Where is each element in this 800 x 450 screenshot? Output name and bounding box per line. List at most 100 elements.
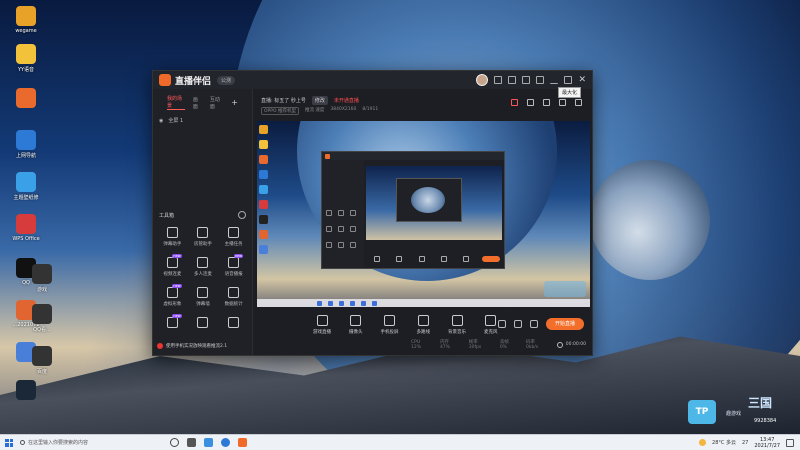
skin-icon[interactable] xyxy=(508,76,517,84)
scene-label: 全屏 1 xyxy=(168,118,184,124)
tool-icon xyxy=(228,317,240,328)
settings-icon[interactable] xyxy=(530,320,538,328)
live-companion-taskbar-icon[interactable] xyxy=(238,438,247,447)
tool-label: 多人连麦 xyxy=(193,272,212,277)
meta-b: 3840X2160 xyxy=(330,107,357,112)
maximize-tooltip: 最大化 xyxy=(558,87,582,98)
bottom-tool[interactable]: 多路线 xyxy=(417,315,430,335)
task-view-icon[interactable] xyxy=(170,438,179,447)
tool-item[interactable]: 房管助手 xyxy=(188,227,219,247)
edge-icon[interactable] xyxy=(221,438,230,447)
bottom-tool-icon xyxy=(451,315,463,326)
desktop-edge-legacy-icon[interactable]: 上网导航 xyxy=(6,130,46,159)
watermark-logo: TP xyxy=(688,400,716,424)
bottom-tool-label: 麦克风 xyxy=(484,330,498,335)
bottom-tool[interactable]: 游戏直播 xyxy=(313,315,331,335)
tool-label: 语音播报 xyxy=(224,272,243,277)
add-scene-button[interactable]: + xyxy=(231,98,238,107)
tool-icon xyxy=(197,227,209,238)
desktop-wps-icon[interactable]: WPS Office xyxy=(6,214,46,242)
edit-title-button[interactable]: 修改 xyxy=(311,96,328,105)
widgets-icon[interactable] xyxy=(187,438,196,447)
tool-item[interactable]: 多人连麦 xyxy=(188,257,219,277)
new-badge: new xyxy=(233,254,243,258)
desktop-wegame-icon[interactable]: wegame xyxy=(6,6,46,34)
tool-item[interactable]: 主播任务 xyxy=(218,227,249,247)
start-live-button[interactable]: 开始直播 xyxy=(546,318,584,330)
clock[interactable]: 13:47 2021/7/27 xyxy=(754,437,780,449)
bottom-tool[interactable]: 麦克风 xyxy=(484,315,498,335)
eye-icon[interactable]: ◉ xyxy=(159,118,163,124)
menu-icon[interactable] xyxy=(536,76,545,84)
desktop-steam-icon[interactable] xyxy=(6,380,46,402)
maximize-button[interactable] xyxy=(564,76,573,84)
tool-icon xyxy=(197,317,209,328)
notification-icon[interactable] xyxy=(786,438,794,447)
desktop-yy-icon[interactable]: YY语音 xyxy=(6,44,46,73)
close-button[interactable]: ✕ xyxy=(578,76,586,85)
snapshot-icon[interactable] xyxy=(527,99,534,106)
watermark-sub: 趣游戏 xyxy=(726,411,742,417)
stream-title: 直播: 标五了 秒上号 xyxy=(261,98,306,104)
desktop-extra-icon[interactable]: 百度 xyxy=(22,346,62,375)
meta-a: 推流 速度 xyxy=(304,108,325,113)
tool-icon xyxy=(166,317,178,328)
live-status: 未开通直播 xyxy=(333,98,359,104)
record-icon[interactable] xyxy=(511,99,518,106)
tab-canvas[interactable]: 画面 xyxy=(193,96,202,110)
tool-item[interactable]: new 语音播报 xyxy=(218,254,249,277)
tab-interaction[interactable]: 互动面 xyxy=(210,96,223,110)
weather-icon[interactable] xyxy=(699,439,707,446)
tool-item[interactable]: new 虚拟形象 xyxy=(157,284,188,307)
app-icon xyxy=(32,346,52,366)
eye-icon[interactable] xyxy=(514,320,522,328)
tool-item[interactable]: 数据统计 xyxy=(218,287,249,307)
desktop-thunder-icon[interactable] xyxy=(6,88,46,110)
tool-item[interactable]: 弹幕助手 xyxy=(157,227,188,247)
bottom-tool-icon xyxy=(485,315,497,326)
stream-meta: OPPO 推荐机型 推流 速度 3840X2160 8/1911 xyxy=(261,107,378,115)
watermark-id: 9928384 xyxy=(754,418,777,424)
watermark-brand: 三国 xyxy=(748,396,773,410)
desktop-extra-icon[interactable]: 游戏 xyxy=(22,264,62,293)
bottom-tool[interactable]: 手机投屏 xyxy=(381,315,399,335)
tab-my-scenes[interactable]: 我的场景 xyxy=(167,95,185,110)
tool-item[interactable]: new xyxy=(157,314,188,331)
explorer-icon[interactable] xyxy=(204,438,213,447)
desktop-extra-icon[interactable]: QQ看... xyxy=(22,304,62,333)
start-button[interactable] xyxy=(2,436,16,450)
desktop-ie-icon[interactable]: 主题壁纸修 xyxy=(6,172,46,201)
gear-icon[interactable] xyxy=(238,211,246,219)
minimize-button[interactable] xyxy=(550,76,559,84)
search-placeholder: 在这里输入你要搜索的内容 xyxy=(28,440,89,446)
bottom-tool[interactable]: 摄像头 xyxy=(349,315,363,335)
image-icon[interactable] xyxy=(543,99,550,106)
weather-text[interactable]: 28°C 多云 xyxy=(712,439,736,446)
tool-item[interactable] xyxy=(188,317,219,331)
notice-bar[interactable]: 使用手机实况放映观看推流2.1 xyxy=(157,343,227,349)
clock-icon xyxy=(556,341,563,348)
stream-preview[interactable] xyxy=(257,121,590,307)
scene-item[interactable]: ◉ 全屏 1 xyxy=(153,114,252,127)
tool-icon xyxy=(228,287,240,298)
tool-item[interactable]: new 视频连麦 xyxy=(157,254,188,277)
corner-watermark: TP 三国 趣游戏 9928384 xyxy=(688,394,796,430)
message-icon[interactable] xyxy=(494,76,503,84)
camera-icon[interactable] xyxy=(498,320,506,328)
tool-item[interactable] xyxy=(218,317,249,331)
device-pill[interactable]: OPPO 推荐机型 xyxy=(261,107,299,115)
bottom-tool[interactable]: 背景音乐 xyxy=(448,315,466,335)
share-icon[interactable] xyxy=(575,99,582,106)
taskbar-search[interactable]: 在这里输入你要搜索的内容 xyxy=(20,437,160,449)
title-bar[interactable]: 直播伴侣 公测 ✕ xyxy=(153,71,592,89)
version-badge[interactable]: 公测 xyxy=(217,75,236,85)
tool-item[interactable]: 弹幕墙 xyxy=(188,287,219,307)
wegame-icon xyxy=(16,6,36,26)
bell-icon[interactable] xyxy=(559,99,566,106)
tool-icon xyxy=(228,257,240,268)
status-item: 帧率 30fps xyxy=(468,340,482,350)
user-avatar[interactable] xyxy=(476,74,489,86)
thunder-icon xyxy=(16,88,36,108)
tool-label: 弹幕墙 xyxy=(196,302,210,307)
feedback-icon[interactable] xyxy=(522,76,531,84)
